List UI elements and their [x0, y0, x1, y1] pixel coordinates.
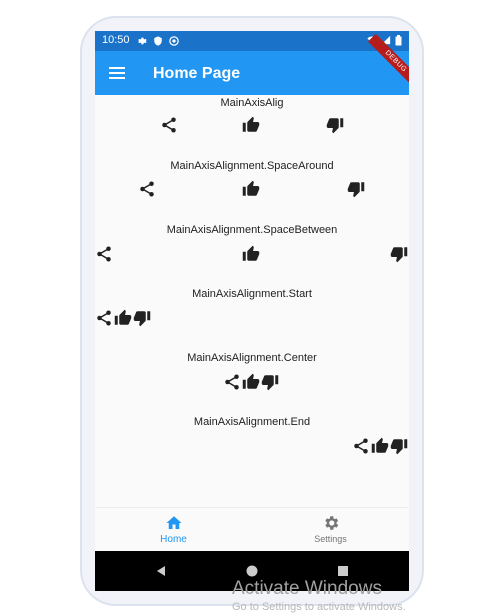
status-time: 10:50	[102, 34, 130, 46]
thumb-up-icon[interactable]	[242, 180, 260, 198]
status-bar: 10:50	[95, 31, 409, 51]
thumb-down-icon[interactable]	[347, 180, 365, 198]
section-label: MainAxisAlignment.Start	[192, 288, 312, 300]
bottom-navigation: Home Settings	[95, 507, 409, 552]
app-bar: Home Page DEBUG	[95, 33, 409, 95]
share-icon[interactable]	[352, 437, 370, 455]
back-icon[interactable]	[155, 565, 167, 577]
section-label: MainAxisAlignment.End	[193, 416, 311, 428]
device-screen: 10:50 Home Page DEBUG MainAxisAlig MainA…	[95, 31, 409, 591]
settings-icon	[324, 516, 338, 530]
thumb-up-icon[interactable]	[114, 309, 132, 327]
home-icon	[166, 516, 181, 529]
nav-label-settings: Settings	[314, 534, 347, 544]
windows-activation-subtext: Go to Settings to activate Windows.	[232, 601, 406, 613]
windows-activation-watermark: Activate Windows	[232, 578, 382, 599]
menu-icon[interactable]	[109, 67, 125, 79]
share-icon[interactable]	[95, 245, 113, 263]
thumb-down-icon[interactable]	[326, 116, 344, 134]
nav-item-home[interactable]: Home	[95, 514, 252, 545]
nav-item-settings[interactable]: Settings	[252, 514, 409, 544]
home-circle-icon[interactable]	[246, 565, 258, 577]
shield-icon	[154, 36, 162, 46]
thumb-down-icon[interactable]	[390, 437, 408, 455]
gear-icon	[138, 37, 147, 45]
nav-label-home: Home	[160, 534, 187, 545]
thumb-down-icon[interactable]	[261, 373, 279, 391]
thumb-up-icon[interactable]	[242, 116, 260, 134]
thumb-up-icon[interactable]	[242, 245, 260, 263]
thumb-up-icon[interactable]	[242, 373, 260, 391]
section-label: MainAxisAlig	[220, 97, 284, 109]
thumb-down-icon[interactable]	[390, 245, 408, 263]
thumb-up-icon[interactable]	[371, 437, 389, 455]
share-icon[interactable]	[160, 116, 178, 134]
recents-icon[interactable]	[337, 565, 349, 577]
content-area: MainAxisAlig MainAxisAlignment.SpaceArou…	[95, 95, 409, 507]
section-label: MainAxisAlignment.SpaceBetween	[166, 224, 338, 236]
share-icon[interactable]	[95, 309, 113, 327]
share-icon[interactable]	[223, 373, 241, 391]
battery-icon	[395, 35, 402, 46]
thumb-down-icon[interactable]	[133, 309, 151, 327]
share-icon[interactable]	[138, 180, 156, 198]
at-icon	[169, 36, 179, 46]
section-label: MainAxisAlignment.Center	[187, 352, 317, 364]
section-label: MainAxisAlignment.SpaceAround	[170, 160, 334, 172]
page-title: Home Page	[153, 65, 241, 82]
